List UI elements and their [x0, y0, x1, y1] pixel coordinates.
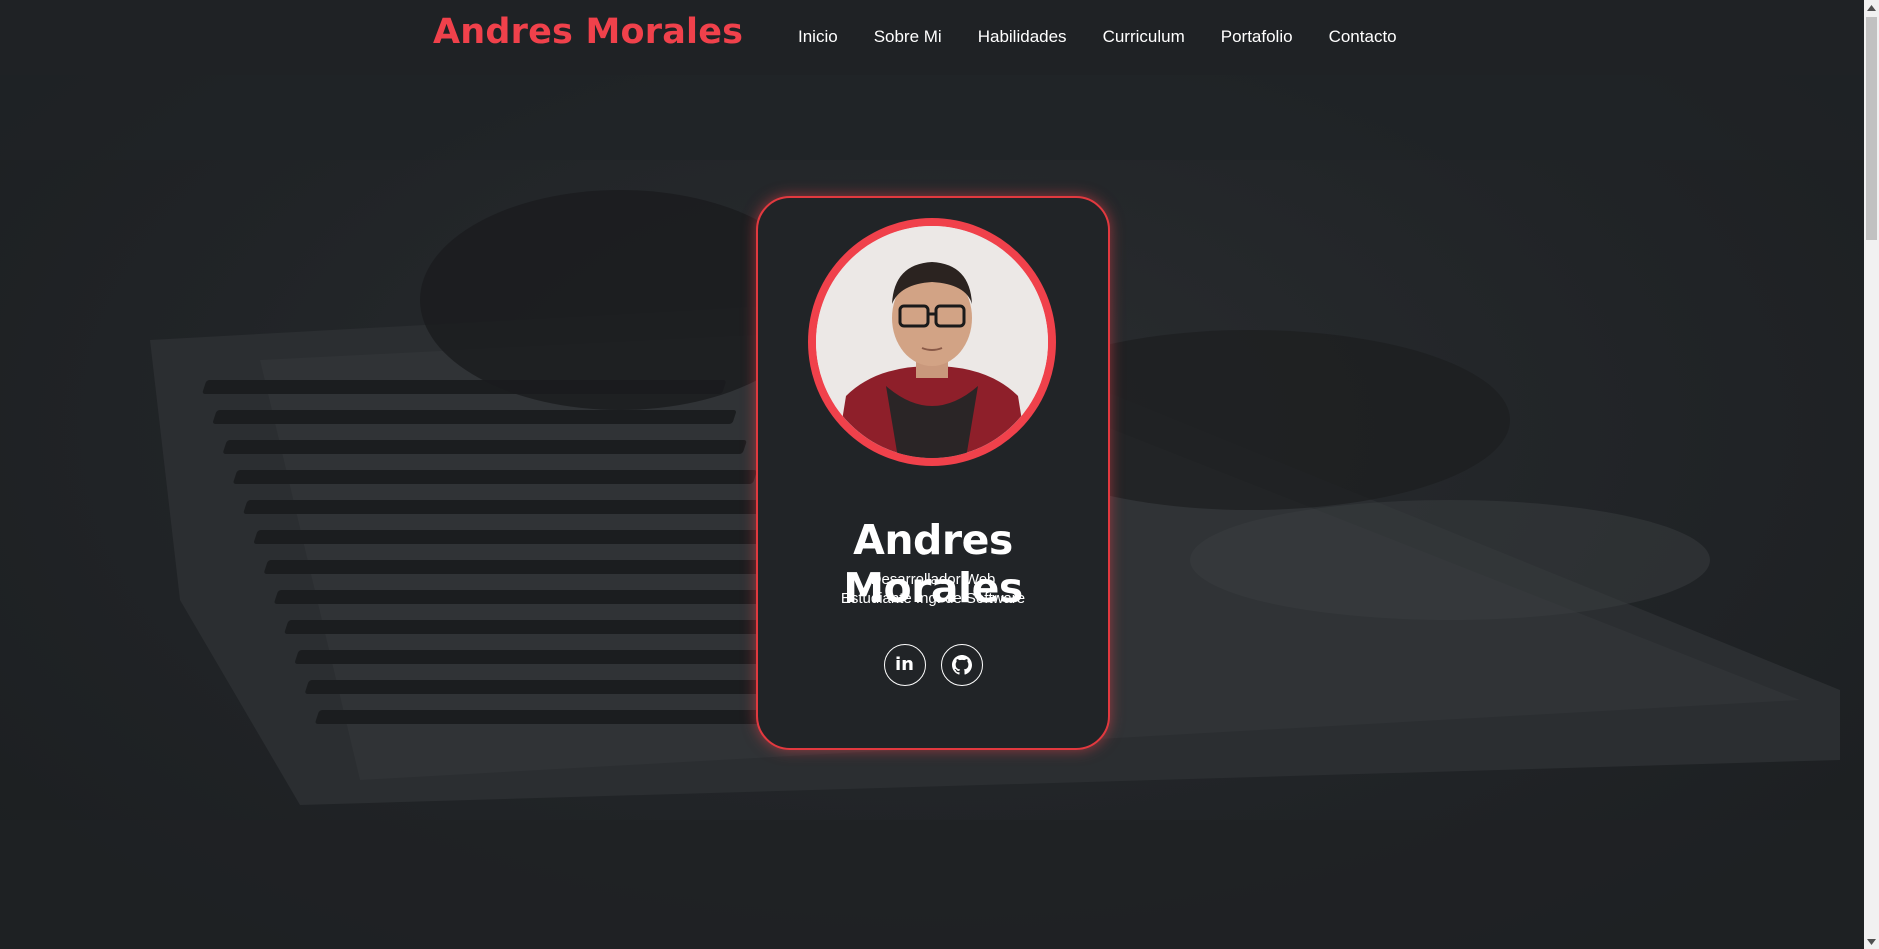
- main-nav: Inicio Sobre Mi Habilidades Curriculum P…: [798, 27, 1433, 47]
- profile-role-line-1: Desarrollador Web: [870, 571, 996, 588]
- page-viewport: Andres Morales Inicio Sobre Mi Habilidad…: [0, 0, 1864, 949]
- linkedin-icon: in: [895, 654, 914, 675]
- linkedin-button[interactable]: in: [883, 644, 926, 686]
- nav-item-habilidades[interactable]: Habilidades: [978, 27, 1067, 47]
- scroll-up-icon[interactable]: [1864, 0, 1879, 15]
- scrollbar-thumb[interactable]: [1866, 17, 1877, 240]
- nav-item-portafolio[interactable]: Portafolio: [1221, 27, 1293, 47]
- top-navigation-bar: Andres Morales Inicio Sobre Mi Habilidad…: [0, 0, 1864, 75]
- nav-item-contacto[interactable]: Contacto: [1329, 27, 1397, 47]
- page-scrollbar[interactable]: [1864, 0, 1879, 949]
- nav-item-sobre-mi[interactable]: Sobre Mi: [874, 27, 942, 47]
- nav-item-inicio[interactable]: Inicio: [798, 27, 838, 47]
- github-button[interactable]: [940, 644, 983, 686]
- profile-role-line-2: Estudiante Ing. de Software: [840, 590, 1026, 607]
- scroll-down-icon[interactable]: [1864, 934, 1879, 949]
- avatar: [808, 218, 1056, 466]
- profile-role: Desarrollador Web Estudiante Ing. de Sof…: [758, 570, 1108, 608]
- github-icon: [951, 655, 972, 675]
- brand-logo[interactable]: Andres Morales: [433, 12, 743, 52]
- nav-item-curriculum[interactable]: Curriculum: [1103, 27, 1185, 47]
- profile-photo: [816, 226, 1048, 458]
- social-links: in: [758, 644, 1108, 686]
- profile-card: Andres Morales Desarrollador Web Estudia…: [756, 196, 1110, 750]
